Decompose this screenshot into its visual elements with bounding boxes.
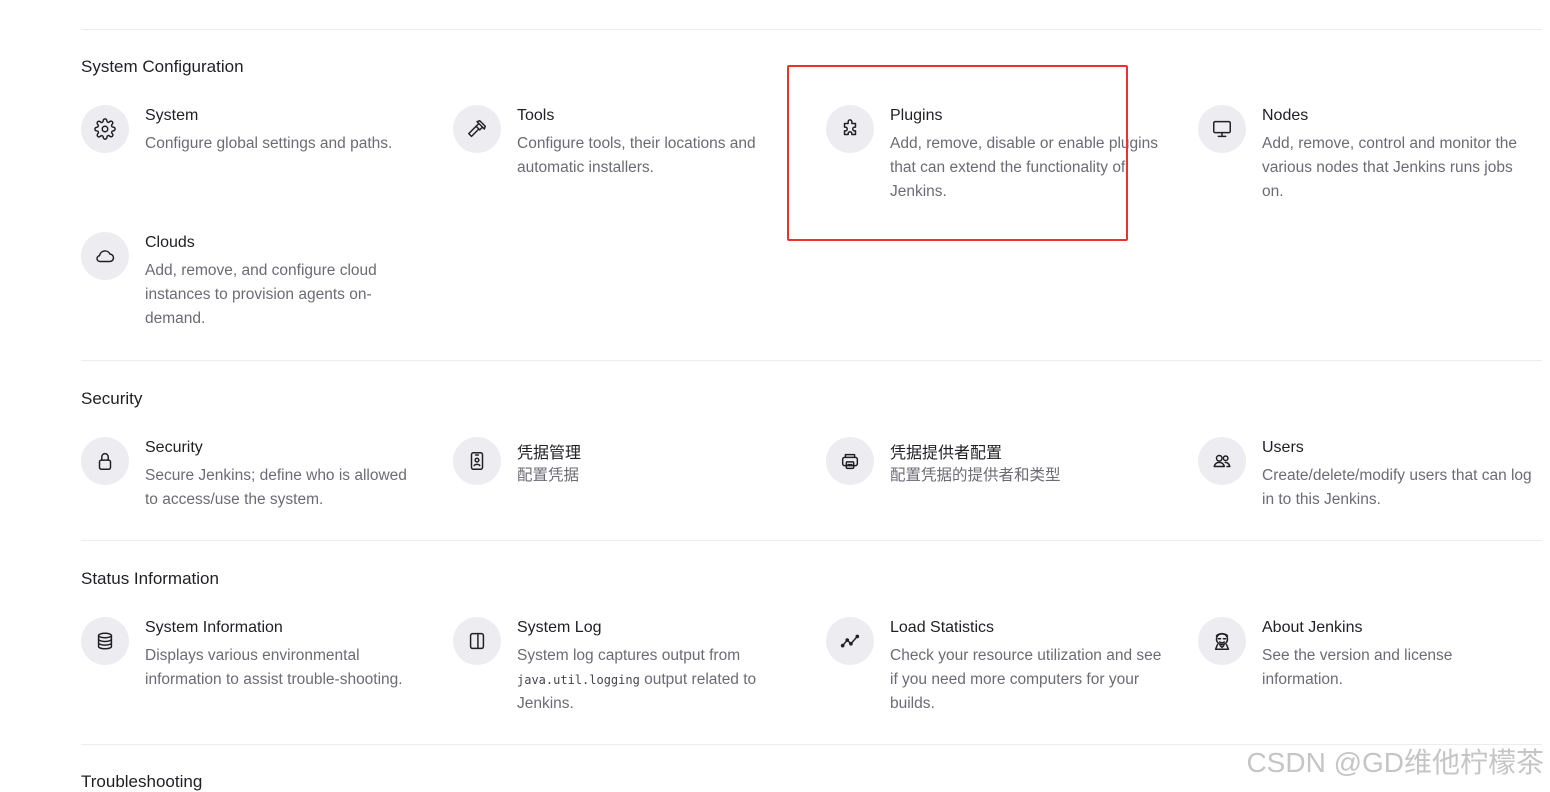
section-title-status-information: Status Information (81, 569, 219, 588)
item-title: Load Statistics (890, 619, 995, 636)
database-icon (81, 617, 129, 665)
divider-security (81, 360, 1542, 361)
item-desc: Add, remove, and configure cloud instanc… (145, 262, 377, 327)
jenkins-logo-icon (1198, 617, 1246, 665)
trend-line-icon (826, 617, 874, 665)
item-title: System (145, 107, 199, 124)
watermark: CSDN @GD维他柠檬茶 (1246, 747, 1544, 778)
item-title: About Jenkins (1262, 619, 1363, 636)
cloud-icon (81, 232, 129, 280)
item-title: Users (1262, 439, 1304, 456)
section-title-system-configuration: System Configuration (81, 57, 244, 76)
plugins-highlight-box (787, 65, 1128, 241)
item-desc: Configure global settings and paths. (145, 135, 393, 152)
item-desc: Create/delete/modify users that can log … (1262, 467, 1532, 508)
item-title: System Log (517, 619, 602, 636)
item-desc: Add, remove, control and monitor the var… (1262, 135, 1518, 200)
section-title-troubleshooting: Troubleshooting (81, 772, 203, 791)
item-desc: Configure tools, their locations and aut… (517, 135, 756, 176)
item-desc: 配置凭据的提供者和类型 (890, 467, 1061, 484)
item-desc: Secure Jenkins; define who is allowed to… (145, 467, 407, 508)
monitor-icon (1198, 105, 1246, 153)
item-desc: Displays various environmental informati… (145, 647, 403, 688)
item-title: 凭据管理 (517, 445, 582, 462)
section-title-security: Security (81, 389, 143, 408)
credential-provider-icon (826, 437, 874, 485)
item-title: Nodes (1262, 107, 1309, 124)
item-desc: 配置凭据 (517, 467, 580, 484)
item-title: Tools (517, 107, 555, 124)
item-title: Clouds (145, 234, 195, 251)
log-panel-icon (453, 617, 501, 665)
divider-status (81, 540, 1542, 541)
item-title: System Information (145, 619, 283, 636)
users-icon (1198, 437, 1246, 485)
item-desc: Check your resource utilization and see … (890, 647, 1162, 712)
item-desc: System log captures output from java.uti… (517, 644, 792, 716)
item-title: 凭据提供者配置 (890, 445, 1003, 462)
hammer-icon (453, 105, 501, 153)
item-desc: See the version and license information. (1262, 647, 1453, 688)
top-divider (81, 29, 1542, 30)
desc-code: java.util.logging (517, 673, 640, 687)
gear-icon (81, 105, 129, 153)
item-title: Security (145, 439, 203, 456)
id-card-icon (453, 437, 501, 485)
desc-text-pre: System log captures output from (517, 647, 741, 664)
lock-icon (81, 437, 129, 485)
